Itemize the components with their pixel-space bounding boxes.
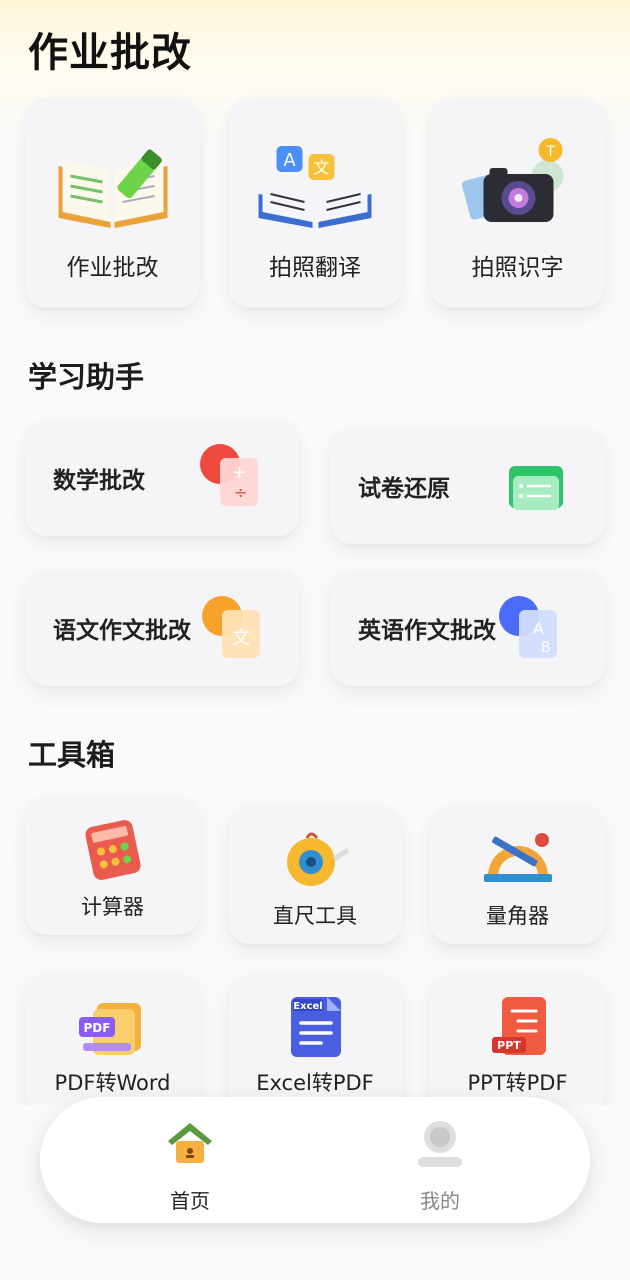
excel-badge-text: Excel xyxy=(293,1001,322,1012)
pdf-badge-text: PDF xyxy=(83,1021,110,1035)
svg-text:÷: ÷ xyxy=(234,483,247,502)
svg-text:A: A xyxy=(283,150,296,171)
protractor-icon xyxy=(483,833,552,882)
open-book-pen-icon xyxy=(58,149,167,228)
svg-text:B: B xyxy=(541,640,551,656)
chinese-doc-icon: 文 xyxy=(202,596,260,658)
svg-text:文: 文 xyxy=(313,158,329,177)
profile-icon xyxy=(418,1121,462,1167)
svg-text:T: T xyxy=(545,144,555,160)
home-icon xyxy=(168,1123,212,1163)
page-title: 作业批改 xyxy=(28,30,192,76)
tool-label: 直尺工具 xyxy=(273,904,357,928)
svg-text:A: A xyxy=(533,619,544,638)
ppt-to-pdf-card[interactable]: PPT PPT转PDF xyxy=(430,975,605,1115)
protractor-card[interactable]: 量角器 xyxy=(430,806,605,944)
ppt-to-pdf-icon: PPT xyxy=(491,997,546,1055)
homework-correct-card[interactable]: 作业批改 xyxy=(25,98,200,308)
tool-label: PPT转PDF xyxy=(467,1071,568,1095)
tool-label: Excel转PDF xyxy=(256,1071,374,1095)
calculator-icon xyxy=(84,820,141,880)
nav-profile-label: 我的 xyxy=(420,1189,460,1213)
book-translate-icon: A 文 xyxy=(258,146,372,228)
math-correct-card[interactable]: 数学批改 + ÷ xyxy=(25,420,300,536)
tool-label: PDF转Word xyxy=(54,1071,171,1095)
calculator-card[interactable]: 计算器 xyxy=(25,797,200,935)
nav-home[interactable]: 首页 xyxy=(90,1097,290,1223)
pdf-to-word-icon: PDF xyxy=(78,1003,141,1055)
card-label: 作业批改 xyxy=(66,255,159,281)
card-label: 拍照翻译 xyxy=(269,255,361,281)
excel-to-pdf-icon: Excel xyxy=(291,997,341,1057)
pdf-to-word-card[interactable]: PDF PDF转Word xyxy=(25,975,200,1115)
card-label: 语文作文批改 xyxy=(53,618,191,644)
paper-restore-card[interactable]: 试卷还原 xyxy=(330,428,605,544)
toolbox-section-title: 工具箱 xyxy=(28,738,116,772)
nav-profile[interactable]: 我的 xyxy=(340,1097,540,1223)
ppt-badge-text: PPT xyxy=(497,1039,521,1052)
svg-text:+: + xyxy=(232,462,247,483)
svg-text:文: 文 xyxy=(232,628,250,649)
study-section-title: 学习助手 xyxy=(28,360,145,394)
english-doc-icon: A B xyxy=(499,596,557,658)
math-doc-icon: + ÷ xyxy=(200,444,258,506)
photo-translate-card[interactable]: A 文 拍照翻译 xyxy=(228,98,402,308)
ruler-tool-card[interactable]: 直尺工具 xyxy=(228,806,402,944)
card-label: 拍照识字 xyxy=(471,255,564,281)
excel-to-pdf-card[interactable]: Excel Excel转PDF xyxy=(228,975,402,1115)
card-label: 试卷还原 xyxy=(358,476,450,502)
card-label: 数学批改 xyxy=(53,468,145,494)
card-label: 英语作文批改 xyxy=(358,618,496,644)
camera-icon: T xyxy=(461,138,563,222)
photo-ocr-card[interactable]: T 拍照识字 xyxy=(430,98,605,308)
tool-label: 量角器 xyxy=(486,904,549,928)
chinese-essay-card[interactable]: 语文作文批改 文 xyxy=(25,570,300,686)
bottom-nav: 首页 我的 xyxy=(40,1097,590,1223)
tool-label: 计算器 xyxy=(81,895,144,919)
nav-home-label: 首页 xyxy=(170,1189,210,1213)
tape-measure-icon xyxy=(287,832,349,886)
english-essay-card[interactable]: 英语作文批改 A B xyxy=(330,570,605,686)
paper-restore-icon xyxy=(509,466,563,510)
